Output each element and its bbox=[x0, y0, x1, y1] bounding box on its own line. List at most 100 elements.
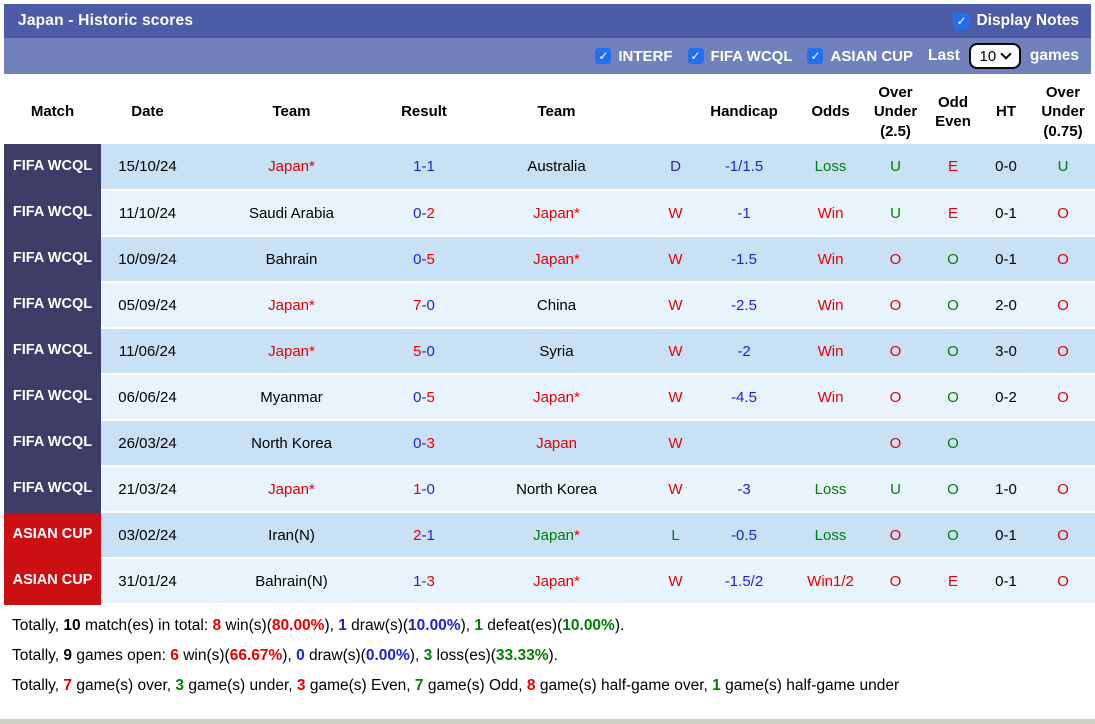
odds-cell-text: Loss bbox=[814, 526, 847, 544]
display-notes-checkbox[interactable]: ✓ bbox=[953, 13, 970, 29]
home-team-cell-text: North Korea bbox=[251, 434, 332, 452]
over-under-0-75-cell bbox=[1027, 420, 1095, 467]
home-team-cell-text: Japan* bbox=[268, 480, 315, 498]
handicap-cell-text: -0.5 bbox=[731, 526, 757, 544]
summary-text: ), bbox=[409, 647, 424, 664]
away-team-cell-text: Japan bbox=[536, 434, 577, 452]
ht-cell: 0-1 bbox=[985, 236, 1027, 283]
date-cell-text: 11/10/24 bbox=[118, 204, 177, 222]
odds-cell-text: Win bbox=[817, 388, 844, 406]
odds-cell: Loss bbox=[791, 466, 870, 513]
summary-text: win(s)( bbox=[178, 647, 230, 664]
home-team-cell-text: Bahrain bbox=[265, 250, 318, 268]
column-header-odds: Odds bbox=[791, 80, 870, 144]
home-team-cell: Bahrain(N) bbox=[194, 558, 389, 605]
match-row: ASIAN CUP 31/01/24 Bahrain(N) 1-3 Japan* W -1.… bbox=[4, 558, 1095, 605]
over-under-2-5-cell: O bbox=[870, 512, 921, 559]
wdl-cell: W bbox=[654, 374, 697, 421]
display-notes-toggle[interactable]: ✓ Display Notes bbox=[953, 12, 1079, 30]
over-under-0-75-cell: O bbox=[1027, 328, 1095, 375]
checkbox-checked-icon[interactable]: ✓ bbox=[687, 48, 704, 64]
summary-text: 7 bbox=[414, 677, 424, 694]
over-under-2-5-cell: O bbox=[870, 236, 921, 283]
date-cell-text: 31/01/24 bbox=[118, 572, 177, 590]
summary-text: win(s)( bbox=[221, 617, 272, 634]
column-header-result: Result bbox=[389, 80, 459, 144]
table-body: FIFA WCQL 15/10/24 Japan* 1-1 Australia D -1/1… bbox=[4, 144, 1095, 605]
filter-toggle-fifa-wcql[interactable]: ✓ FIFA WCQL bbox=[687, 48, 792, 65]
over-under-2-5-cell: O bbox=[870, 558, 921, 605]
home-team-cell: Japan* bbox=[194, 328, 389, 375]
away-team-cell-text: Japan* bbox=[533, 250, 580, 268]
summary-text: 7 bbox=[63, 677, 73, 694]
result-cell-text: 5 bbox=[413, 342, 422, 360]
league-badge: FIFA WCQL bbox=[4, 374, 101, 421]
date-cell: 31/01/24 bbox=[101, 558, 194, 605]
wdl-cell-text: D bbox=[670, 158, 681, 175]
odd-even-cell: O bbox=[921, 328, 985, 375]
check-icon: ✓ bbox=[956, 14, 967, 28]
result-cell: 2-1 bbox=[389, 512, 459, 559]
match-row: FIFA WCQL 05/09/24 Japan* 7-0 China W -2.5 Win O… bbox=[4, 282, 1095, 329]
summary-text: 1 bbox=[712, 677, 721, 694]
league-badge: FIFA WCQL bbox=[4, 420, 101, 467]
home-team-cell: Japan* bbox=[194, 144, 389, 191]
date-cell: 11/10/24 bbox=[101, 190, 194, 237]
wdl-cell: W bbox=[654, 328, 697, 375]
summary-text: match(es) in total: bbox=[80, 617, 213, 634]
odd-even-cell-text: E bbox=[947, 572, 958, 590]
odds-cell: Win bbox=[791, 328, 870, 375]
odds-cell bbox=[791, 420, 870, 467]
match-row: FIFA WCQL 26/03/24 North Korea 0-3 Japan W O O bbox=[4, 420, 1095, 467]
wdl-cell-text: W bbox=[668, 434, 683, 452]
match-row: FIFA WCQL 21/03/24 Japan* 1-0 North Korea W -3… bbox=[4, 466, 1095, 513]
home-team-cell-text: Saudi Arabia bbox=[248, 204, 335, 222]
over-under-2-5-cell: O bbox=[870, 282, 921, 329]
filter-bar: ✓ INTERF ✓ FIFA WCQL ✓ ASIAN CUP Last 10 game… bbox=[4, 38, 1091, 74]
column-header-odd-even: Odd Even bbox=[921, 80, 985, 144]
handicap-cell-text: -1.5 bbox=[731, 250, 757, 268]
away-team-cell-text: Japan bbox=[533, 526, 575, 544]
odd-even-cell: O bbox=[921, 420, 985, 467]
checkbox-checked-icon[interactable]: ✓ bbox=[595, 48, 612, 64]
summary-line: Totally, 7 game(s) over, 3 game(s) under… bbox=[12, 671, 1083, 701]
away-team-cell-text: * bbox=[574, 526, 580, 544]
home-team-cell: Bahrain bbox=[194, 236, 389, 283]
home-team-cell-text: Myanmar bbox=[260, 388, 323, 406]
result-cell: 1-0 bbox=[389, 466, 459, 513]
summary-text: defeat(es)( bbox=[483, 617, 563, 634]
date-cell: 03/02/24 bbox=[101, 512, 194, 559]
scores-table: Match Date Team Result Team Handicap Odds Over … bbox=[4, 80, 1095, 605]
summary-text: ), bbox=[324, 617, 339, 634]
result-cell: 0-5 bbox=[389, 374, 459, 421]
away-team-cell-text: Japan* bbox=[533, 204, 580, 222]
home-team-cell: Japan* bbox=[194, 466, 389, 513]
odd-even-cell-text: O bbox=[947, 342, 959, 360]
result-cell: 0-2 bbox=[389, 190, 459, 237]
league-badge: ASIAN CUP bbox=[4, 512, 101, 559]
league-badge: ASIAN CUP bbox=[4, 558, 101, 605]
column-header-over-under-0-75: Over Under (0.75) bbox=[1027, 80, 1095, 144]
away-team-cell: Australia bbox=[459, 144, 654, 191]
handicap-cell-text: -1 bbox=[737, 204, 751, 222]
games-label: games bbox=[1029, 47, 1079, 64]
summary-footer: Totally, 10 match(es) in total: 8 win(s)… bbox=[4, 605, 1091, 701]
odd-even-cell: O bbox=[921, 374, 985, 421]
filter-toggle-asian-cup[interactable]: ✓ ASIAN CUP bbox=[807, 48, 913, 65]
date-cell-text: 06/06/24 bbox=[118, 388, 177, 406]
filter-toggle-interf[interactable]: ✓ INTERF bbox=[595, 48, 673, 65]
summary-text: 10.00% bbox=[562, 617, 615, 634]
odds-cell-text: Win bbox=[817, 296, 844, 314]
ht-cell: 1-0 bbox=[985, 466, 1027, 513]
checkbox-checked-icon[interactable]: ✓ bbox=[807, 48, 824, 64]
home-team-cell-text: Bahrain(N) bbox=[255, 572, 328, 590]
over-under-0-75-cell: O bbox=[1027, 466, 1095, 513]
away-team-cell-text: Japan* bbox=[533, 572, 580, 590]
over-under-0-75-cell: U bbox=[1027, 144, 1095, 191]
last-games-select[interactable]: 10 bbox=[968, 43, 1021, 69]
column-header-team: Team bbox=[194, 80, 389, 144]
odds-cell: Win bbox=[791, 374, 870, 421]
handicap-cell: -1.5/2 bbox=[697, 558, 791, 605]
over-under-0-75-cell-text: O bbox=[1057, 296, 1069, 314]
match-row: FIFA WCQL 10/09/24 Bahrain 0-5 Japan* W -1.5 Wi… bbox=[4, 236, 1095, 283]
